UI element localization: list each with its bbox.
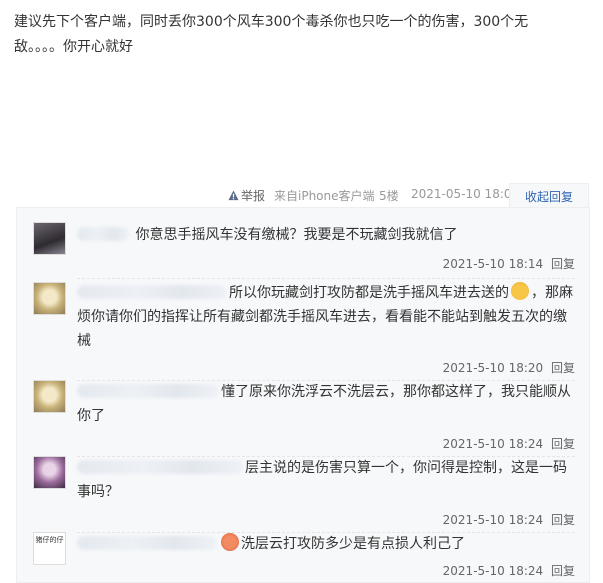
avatar[interactable] [33, 456, 66, 489]
reply-button[interactable]: 回复 [551, 564, 575, 578]
username-blurred[interactable] [77, 227, 129, 241]
reply-button[interactable]: 回复 [551, 257, 575, 271]
reply-list: 你意思手摇风车没有缴械？我要是不玩藏剑我就信了 2021-5-10 18:14 … [16, 207, 590, 583]
reply-time: 2021-5-10 18:14 [442, 257, 544, 271]
avatar-text: 猪仔的仔 [35, 536, 64, 544]
reply-time: 2021-5-10 18:24 [442, 564, 544, 578]
angry-emoji-icon [221, 533, 239, 551]
reply-text: 烦你请你们的指挥让所有藏剑都洗手摇风车进去，看看能不能站到触发五次的缴 [77, 309, 567, 325]
post-text-line-1: 建议先下个客户端，同时丢你300个风车300个毒杀你也只吃一个的伤害，300个无 [14, 14, 529, 30]
client-source: 来自iPhone客户端 [274, 189, 375, 203]
laugh-emoji-icon [511, 282, 529, 300]
warning-icon [228, 190, 239, 201]
username-blurred[interactable] [77, 384, 219, 398]
reply-button[interactable]: 回复 [551, 437, 575, 451]
reply-button[interactable]: 回复 [551, 513, 575, 527]
reply-time: 2021-5-10 18:24 [442, 437, 544, 451]
avatar[interactable] [33, 222, 66, 255]
username-blurred[interactable] [77, 536, 217, 550]
reply-button[interactable]: 回复 [551, 361, 575, 375]
reply-text: 洗层云打攻防多少是有点损人利己了 [241, 536, 465, 552]
post-text-line-2: 敌。。。。你开心就好 [14, 39, 133, 55]
report-label: 举报 [241, 189, 266, 203]
reply-text: 你了 [77, 408, 105, 424]
reply-footer: 2021-5-10 18:14 回复 [443, 255, 575, 272]
reply-footer: 2021-5-10 18:24 回复 [443, 511, 575, 528]
avatar[interactable] [33, 282, 66, 315]
reply-text: 事吗？ [77, 484, 119, 500]
username-blurred[interactable] [77, 285, 227, 299]
reply-text: 层主说的是伤害只算一个，你问得是控制，这是一码 [245, 460, 567, 476]
username-blurred[interactable] [77, 460, 243, 474]
post-meta-bar: 举报 来自iPhone客户端 5楼 2021-05-10 18:09 收起回复 [0, 183, 603, 209]
reply-footer: 2021-5-10 18:20 回复 [443, 359, 575, 376]
reply-text: ，那麻 [531, 285, 573, 301]
report-link[interactable]: 举报 [228, 187, 265, 204]
avatar[interactable]: 猪仔的仔 [33, 532, 66, 565]
post-content: 建议先下个客户端，同时丢你300个风车300个毒杀你也只吃一个的伤害，300个无… [14, 10, 589, 60]
divider [77, 278, 575, 279]
reply-time: 2021-5-10 18:24 [442, 513, 544, 527]
reply-footer: 2021-5-10 18:24 回复 [443, 435, 575, 452]
avatar[interactable] [33, 380, 66, 413]
post-date: 2021-05-10 18:09 [411, 187, 520, 201]
reply-text: 所以你玩藏剑打攻防都是洗手摇风车进去送的 [229, 285, 509, 301]
reply-footer: 2021-5-10 18:24 回复 [443, 562, 575, 579]
reply-time: 2021-5-10 18:20 [442, 361, 544, 375]
floor-number: 5楼 [379, 189, 399, 203]
collapse-replies-button[interactable]: 收起回复 [509, 183, 589, 209]
reply-text: 你意思手摇风车没有缴械？我要是不玩藏剑我就信了 [135, 227, 458, 243]
reply-text: 懂了原来你洗浮云不洗层云，那你都这样了，我只能顺从 [221, 384, 571, 400]
reply-text: 械 [77, 333, 91, 349]
